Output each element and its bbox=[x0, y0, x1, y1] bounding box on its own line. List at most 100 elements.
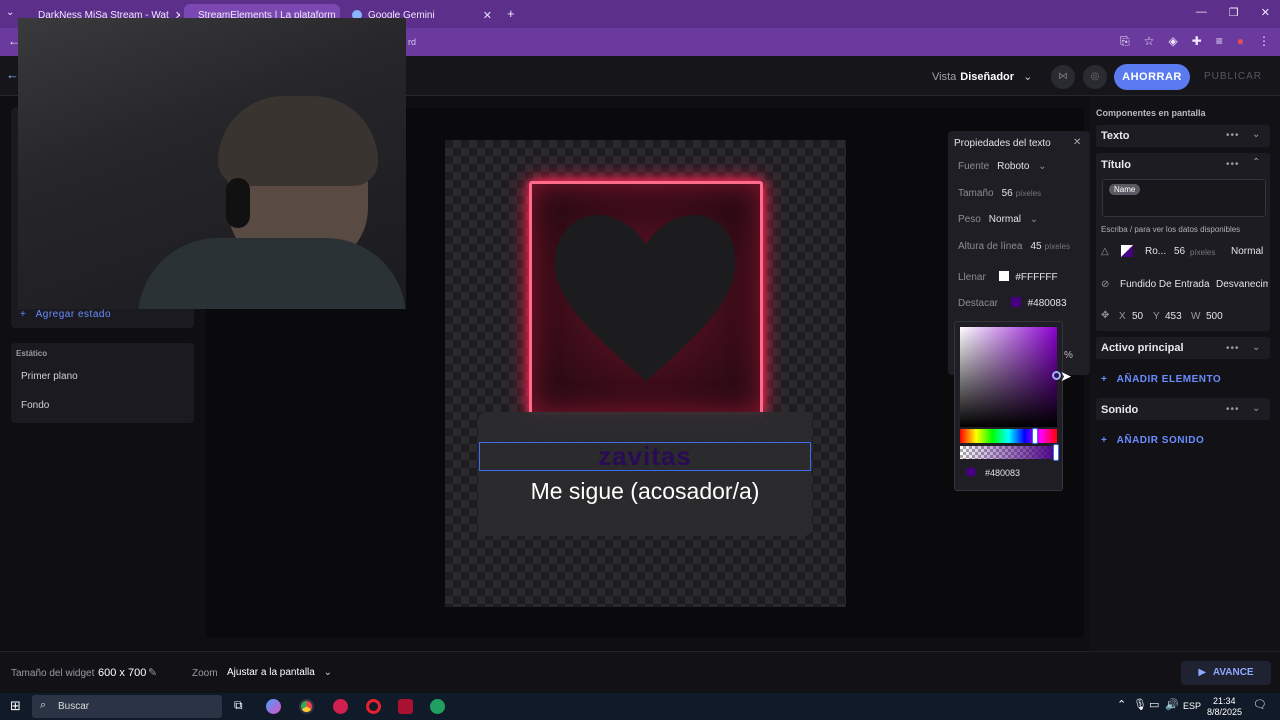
windows-start-icon[interactable]: ⊞ bbox=[10, 698, 21, 714]
fill-label: Llenar bbox=[958, 272, 986, 283]
brush-stroke-background bbox=[478, 412, 812, 536]
font-size-short[interactable]: 56 bbox=[1174, 246, 1185, 257]
color-swatch[interactable] bbox=[1121, 245, 1133, 257]
chevron-down-icon: ⌄ bbox=[1029, 214, 1039, 225]
fill-swatch[interactable] bbox=[998, 271, 1009, 281]
publish-button[interactable]: PUBLICAR bbox=[1198, 64, 1268, 90]
zoom-selector[interactable]: Ajustar a la pantalla ⌄ bbox=[227, 667, 332, 678]
add-sound-label: AÑADIR SONIDO bbox=[1116, 435, 1205, 446]
close-icon[interactable]: ✕ bbox=[1073, 137, 1081, 148]
copilot-icon[interactable] bbox=[266, 699, 281, 714]
size-row[interactable]: Tamaño 56 píxeles bbox=[958, 188, 1041, 199]
more-icon[interactable]: ••• bbox=[1226, 343, 1240, 354]
y-label: Y bbox=[1153, 311, 1160, 322]
font-weight-short[interactable]: Normal bbox=[1231, 246, 1263, 257]
add-element-button[interactable]: + AÑADIR ELEMENTO bbox=[1101, 374, 1221, 385]
volume-icon[interactable]: 🔊 bbox=[1165, 698, 1179, 711]
more-icon[interactable]: ••• bbox=[1226, 130, 1240, 141]
minimize-icon[interactable]: — bbox=[1196, 6, 1207, 19]
zoom-value: Ajustar a la pantalla bbox=[227, 667, 315, 678]
layer-foreground[interactable]: Primer plano bbox=[21, 371, 78, 382]
y-value[interactable]: 453 bbox=[1165, 311, 1182, 322]
share-button[interactable]: ⋈ bbox=[1051, 65, 1075, 89]
chevron-down-icon[interactable]: ⌄ bbox=[1252, 129, 1261, 140]
selection-box[interactable] bbox=[479, 442, 811, 471]
text-style-icon: △ bbox=[1101, 246, 1109, 257]
mic-icon[interactable]: 🎙 bbox=[1133, 698, 1147, 711]
address-text[interactable]: rd bbox=[408, 37, 416, 47]
network-icon[interactable]: ▭ bbox=[1149, 698, 1159, 711]
size-label: Tamaño bbox=[958, 188, 994, 199]
name-chip[interactable]: Name bbox=[1109, 184, 1141, 195]
x-value[interactable]: 50 bbox=[1132, 311, 1143, 322]
advance-label: AVANCE bbox=[1212, 667, 1254, 678]
add-sound-button[interactable]: + AÑADIR SONIDO bbox=[1101, 435, 1204, 446]
chevron-down-icon[interactable]: ⌄ bbox=[1252, 342, 1261, 353]
close-window-icon[interactable]: ✕ bbox=[1261, 6, 1270, 19]
hue-slider[interactable] bbox=[960, 428, 1057, 444]
subtitle-text-layer[interactable]: Me sigue (acosador/a) bbox=[479, 478, 811, 505]
person-shoulders bbox=[138, 238, 406, 309]
alpha-slider[interactable] bbox=[960, 444, 1059, 461]
opera-icon[interactable] bbox=[366, 699, 381, 714]
taskbar-search[interactable]: ⌕ Buscar bbox=[32, 695, 222, 718]
fill-row[interactable]: Llenar #FFFFFF bbox=[958, 271, 1058, 283]
bookmark-star-icon[interactable]: ☆ bbox=[1144, 34, 1155, 49]
alpha-handle[interactable] bbox=[1053, 444, 1059, 461]
new-tab-plus-icon[interactable]: + bbox=[507, 6, 515, 21]
advance-button[interactable]: ▶ AVANCE bbox=[1181, 661, 1271, 685]
settings-button[interactable]: ◎ bbox=[1083, 65, 1107, 89]
restore-icon[interactable]: ❐ bbox=[1229, 6, 1239, 19]
windows-taskbar: ⊞ ⌕ Buscar ⧉ ⌃ 🎙 ▭ 🔊 ESP 21:34 8/8/2025 … bbox=[0, 693, 1280, 720]
layer-background[interactable]: Fondo bbox=[21, 400, 49, 411]
widget-size-value[interactable]: 600 x 700 bbox=[98, 667, 146, 679]
highlight-swatch[interactable] bbox=[1010, 297, 1021, 307]
font-unit-short: píxeles bbox=[1190, 248, 1216, 257]
chrome-icon[interactable] bbox=[299, 699, 314, 714]
more-icon[interactable]: ••• bbox=[1226, 159, 1240, 170]
clock-date[interactable]: 8/8/2025 bbox=[1207, 707, 1242, 717]
pencil-icon[interactable]: ✎ bbox=[148, 666, 157, 679]
chevron-down-icon[interactable]: ⌄ bbox=[1252, 403, 1261, 414]
person-hair bbox=[218, 96, 378, 186]
view-value: Diseñador bbox=[960, 71, 1015, 83]
anim-out[interactable]: Desvanecimi bbox=[1216, 279, 1268, 290]
clock-time[interactable]: 21:34 bbox=[1213, 696, 1236, 706]
translate-icon[interactable]: ⎘ bbox=[1120, 34, 1130, 49]
saturation-value-area[interactable] bbox=[960, 327, 1061, 427]
font-row[interactable]: Fuente Roboto ⌄ bbox=[958, 161, 1047, 172]
app-green-icon[interactable] bbox=[430, 699, 445, 714]
view-selector[interactable]: Vista Diseñador ⌄ bbox=[932, 70, 1032, 83]
more-icon[interactable]: ••• bbox=[1226, 404, 1240, 415]
anim-in[interactable]: Fundido De Entrada bbox=[1120, 279, 1210, 290]
puzzle-icon[interactable]: ✚ bbox=[1192, 34, 1202, 49]
app-red-icon[interactable] bbox=[398, 699, 413, 714]
media-icon[interactable]: ≡ bbox=[1216, 34, 1223, 49]
language-indicator[interactable]: ESP bbox=[1183, 701, 1201, 711]
bottom-bar: Tamaño del widget 600 x 700 ✎ Zoom Ajust… bbox=[0, 651, 1280, 693]
picker-hex-value[interactable]: #480083 bbox=[985, 468, 1020, 478]
add-state-button[interactable]: + Agregar estado bbox=[20, 309, 111, 320]
extension-icon[interactable]: ◈ bbox=[1168, 34, 1177, 49]
title-text-input[interactable]: Name bbox=[1102, 179, 1266, 217]
hue-handle[interactable] bbox=[1032, 428, 1038, 444]
weight-row[interactable]: Peso Normal ⌄ bbox=[958, 214, 1038, 225]
highlight-row[interactable]: Destacar #480083 bbox=[958, 297, 1067, 309]
tray-chevron-up-icon[interactable]: ⌃ bbox=[1117, 698, 1126, 711]
notification-icon[interactable]: 🗨 bbox=[1253, 698, 1267, 711]
line-height-row[interactable]: Altura de línea 45 píxeles bbox=[958, 241, 1070, 252]
move-icon: ✥ bbox=[1101, 310, 1110, 321]
tab-list-chevron-icon[interactable]: ⌄ bbox=[6, 7, 14, 18]
font-short[interactable]: Ro... bbox=[1145, 246, 1166, 257]
neon-frame-image[interactable] bbox=[529, 181, 763, 415]
plus-icon: + bbox=[1101, 435, 1108, 446]
menu-kebab-icon[interactable]: ⋮ bbox=[1258, 34, 1270, 49]
media-player-icon[interactable] bbox=[333, 699, 348, 714]
task-view-icon[interactable]: ⧉ bbox=[234, 698, 243, 713]
w-value[interactable]: 500 bbox=[1206, 311, 1223, 322]
chevron-up-icon[interactable]: ⌃ bbox=[1252, 157, 1261, 168]
close-tab-icon[interactable]: ✕ bbox=[483, 9, 492, 22]
save-button[interactable]: AHORRAR bbox=[1114, 64, 1190, 90]
webcam-overlay bbox=[18, 18, 406, 309]
profile-avatar-icon[interactable]: ● bbox=[1237, 34, 1244, 49]
